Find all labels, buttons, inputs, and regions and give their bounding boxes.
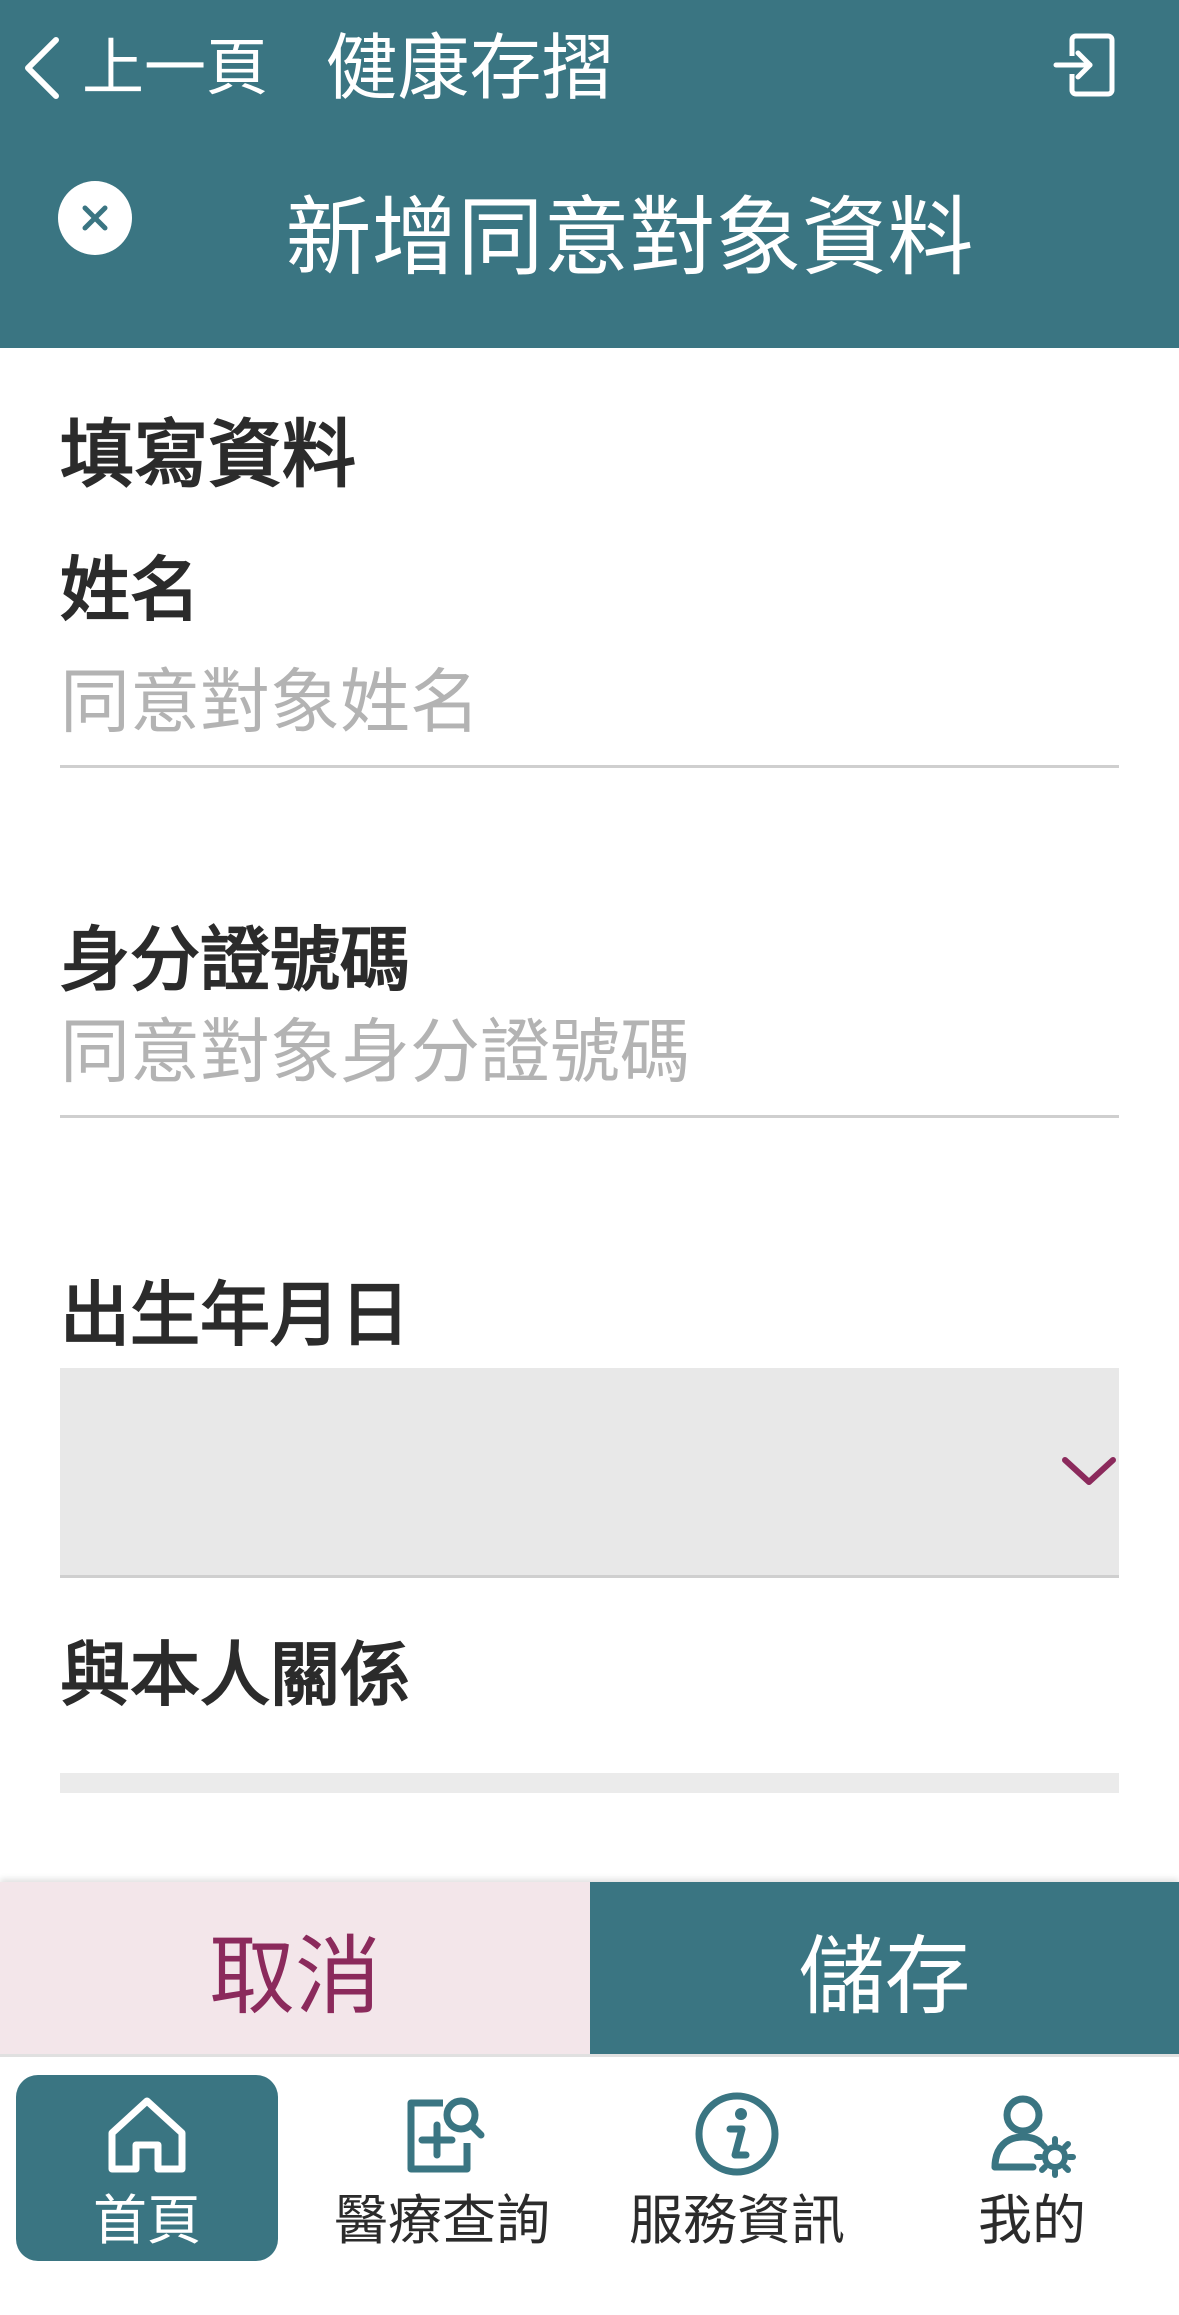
bottom-nav: 首頁 醫療查詢 服務資訊 我的 xyxy=(0,2054,1179,2315)
birthdate-label: 出生年月日 xyxy=(60,1274,410,1356)
modal-title: 新增同意對象資料 xyxy=(285,188,974,288)
nav-medical-search[interactable]: 醫療查詢 xyxy=(311,2075,573,2261)
nav-home-label: 首頁 xyxy=(93,2189,201,2252)
modal-header: 新增同意對象資料 xyxy=(0,133,1179,348)
medical-search-icon xyxy=(407,2097,485,2173)
id-number-input[interactable] xyxy=(60,988,1119,1118)
app-title-wrap: 健康存摺 xyxy=(0,28,1179,108)
nav-service-info[interactable]: 服務資訊 xyxy=(606,2075,868,2261)
name-label: 姓名 xyxy=(60,549,200,631)
save-button[interactable]: 儲存 xyxy=(590,1882,1179,2054)
birthdate-select[interactable] xyxy=(60,1368,1119,1578)
nav-mine-label: 我的 xyxy=(978,2189,1086,2252)
app-header: 上一頁 健康存摺 xyxy=(0,0,1179,133)
app-title: 健康存摺 xyxy=(325,26,614,110)
chevron-down-icon xyxy=(1062,1457,1116,1485)
relationship-select[interactable] xyxy=(60,1773,1119,1793)
user-settings-icon xyxy=(991,2095,1076,2178)
nav-medical-search-label: 醫療查詢 xyxy=(334,2189,550,2252)
relationship-label: 與本人關係 xyxy=(60,1634,410,1716)
nav-home[interactable]: 首頁 xyxy=(16,2075,278,2261)
section-title: 填寫資料 xyxy=(60,412,356,498)
nav-mine[interactable]: 我的 xyxy=(901,2075,1163,2261)
home-icon xyxy=(108,2097,186,2173)
logout-icon[interactable] xyxy=(1050,30,1120,100)
cancel-button[interactable]: 取消 xyxy=(0,1882,590,2054)
nav-service-info-label: 服務資訊 xyxy=(629,2189,845,2252)
action-bar: 取消 儲存 xyxy=(0,1882,1179,2054)
name-input[interactable] xyxy=(60,638,1119,768)
info-icon xyxy=(695,2092,779,2176)
